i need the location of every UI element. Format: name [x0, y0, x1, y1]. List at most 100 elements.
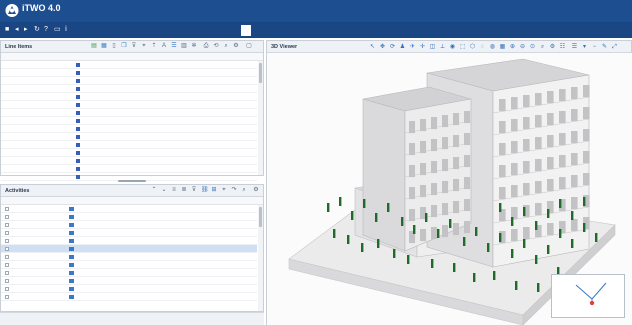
measure-icon[interactable]: ⟂ — [439, 43, 446, 51]
table-row[interactable] — [1, 229, 257, 237]
pin-icon[interactable]: ⌖ — [221, 187, 227, 194]
table-row[interactable] — [1, 237, 257, 245]
zoom-in-icon[interactable]: ⊕ — [509, 43, 516, 51]
search-icon[interactable]: ⌕ — [241, 187, 247, 194]
highlighted-element[interactable] — [559, 199, 562, 208]
filter-icon[interactable]: ⊽ — [131, 43, 137, 50]
maximize-icon[interactable]: ▢ — [246, 43, 252, 50]
excel-icon[interactable]: ▤ — [91, 43, 97, 50]
section-icon[interactable]: ◫ — [429, 43, 436, 51]
highlighted-element[interactable] — [401, 217, 404, 226]
table-row[interactable] — [1, 205, 257, 213]
highlighted-element[interactable] — [547, 209, 550, 218]
link-icon[interactable]: ⛓ — [201, 187, 209, 194]
table-row[interactable] — [1, 261, 257, 269]
highlighted-element[interactable] — [537, 283, 540, 292]
table-row[interactable] — [1, 253, 257, 261]
walk-icon[interactable]: ♟ — [399, 43, 406, 51]
row-checkbox[interactable] — [5, 270, 9, 275]
list-icon[interactable]: ☰ — [571, 43, 578, 51]
table-row[interactable] — [1, 69, 257, 77]
highlighted-element[interactable] — [475, 227, 478, 236]
row-checkbox[interactable] — [5, 230, 9, 235]
highlighted-element[interactable] — [413, 225, 416, 234]
table-row[interactable] — [1, 293, 257, 301]
tab-4[interactable] — [285, 25, 295, 36]
highlighted-element[interactable] — [377, 239, 380, 248]
highlighted-element[interactable] — [361, 243, 364, 252]
highlighted-element[interactable] — [363, 199, 366, 208]
highlighted-element[interactable] — [449, 219, 452, 228]
expand-icon[interactable]: ≣ — [181, 187, 187, 194]
settings-icon[interactable]: ✲ — [191, 43, 197, 50]
table-row[interactable] — [1, 157, 257, 165]
collapse-icon[interactable]: ≡ — [171, 187, 177, 194]
arrow-right-icon[interactable]: ▸ — [24, 26, 28, 34]
cube-icon[interactable]: ⬚ — [459, 43, 466, 51]
grid-icon[interactable]: ▦ — [499, 43, 506, 51]
highlighted-element[interactable] — [499, 233, 502, 242]
row-checkbox[interactable] — [5, 294, 9, 299]
tab-1[interactable] — [141, 25, 151, 36]
fly-icon[interactable]: ✈ — [409, 43, 416, 51]
expand-icon[interactable]: ⤢ — [611, 43, 618, 51]
table-row[interactable] — [1, 245, 257, 253]
highlighted-element[interactable] — [583, 223, 586, 232]
row-checkbox[interactable] — [5, 206, 9, 211]
highlighted-element[interactable] — [453, 263, 456, 272]
scrollbar-thumb[interactable] — [259, 63, 262, 83]
refresh-icon[interactable]: ↻ — [34, 26, 40, 34]
table-row[interactable] — [1, 77, 257, 85]
grid-icon[interactable]: ▦ — [101, 43, 107, 50]
highlighted-element[interactable] — [595, 233, 598, 242]
row-checkbox[interactable] — [5, 246, 9, 251]
highlighted-element[interactable] — [511, 217, 514, 226]
minus-icon[interactable]: − — [591, 43, 598, 51]
hierarchy-icon[interactable]: ⊞ — [211, 187, 217, 194]
scrollbar-thumb[interactable] — [259, 207, 262, 227]
table-row[interactable] — [1, 149, 257, 157]
isolate-icon[interactable]: ◍ — [489, 43, 496, 51]
row-checkbox[interactable] — [5, 262, 9, 267]
sort-ascending-icon[interactable]: ⇡ — [151, 43, 157, 50]
row-checkbox[interactable] — [5, 254, 9, 259]
highlighted-element[interactable] — [487, 243, 490, 252]
table-row[interactable] — [1, 269, 257, 277]
crosshair-icon[interactable]: ✛ — [419, 43, 426, 51]
highlighted-element[interactable] — [535, 221, 538, 230]
table-row[interactable] — [1, 133, 257, 141]
row-checkbox[interactable] — [5, 238, 9, 243]
tab-2[interactable] — [197, 25, 207, 36]
table-row[interactable] — [1, 285, 257, 293]
highlighted-element[interactable] — [327, 203, 330, 212]
highlighted-element[interactable] — [473, 273, 476, 282]
highlighted-element[interactable] — [511, 249, 514, 258]
zoom-fit-icon[interactable]: ⊙ — [529, 43, 536, 51]
highlighted-element[interactable] — [387, 203, 390, 212]
highlighted-element[interactable] — [523, 207, 526, 216]
highlighted-element[interactable] — [425, 213, 428, 222]
highlighted-element[interactable] — [437, 229, 440, 238]
list-icon[interactable]: ☰ — [171, 43, 177, 50]
row-checkbox[interactable] — [5, 222, 9, 227]
highlighted-element[interactable] — [571, 211, 574, 220]
table-row[interactable] — [1, 277, 257, 285]
search-icon[interactable]: ⌕ — [539, 43, 546, 51]
arrow-up-icon[interactable]: ⌃ — [151, 187, 157, 194]
settings-icon[interactable]: ⚙ — [549, 43, 556, 51]
tools-icon[interactable]: ⚙ — [233, 43, 239, 50]
table-row[interactable] — [1, 165, 257, 173]
highlighted-element[interactable] — [333, 229, 336, 238]
info-icon[interactable]: ⅰ — [65, 26, 67, 34]
table-row[interactable] — [1, 141, 257, 149]
wireframe-icon[interactable]: ⬡ — [469, 43, 476, 51]
copy-icon[interactable]: ❐ — [121, 43, 127, 50]
highlighted-element[interactable] — [463, 237, 466, 246]
settings-icon[interactable]: ⚙ — [253, 187, 259, 194]
highlighted-element[interactable] — [515, 281, 518, 290]
line-items-scrollbar[interactable] — [258, 61, 263, 175]
redo-icon[interactable]: ↷ — [231, 187, 237, 194]
font-icon[interactable]: A — [161, 43, 167, 50]
layers-icon[interactable]: ☷ — [559, 43, 566, 51]
table-row[interactable] — [1, 101, 257, 109]
